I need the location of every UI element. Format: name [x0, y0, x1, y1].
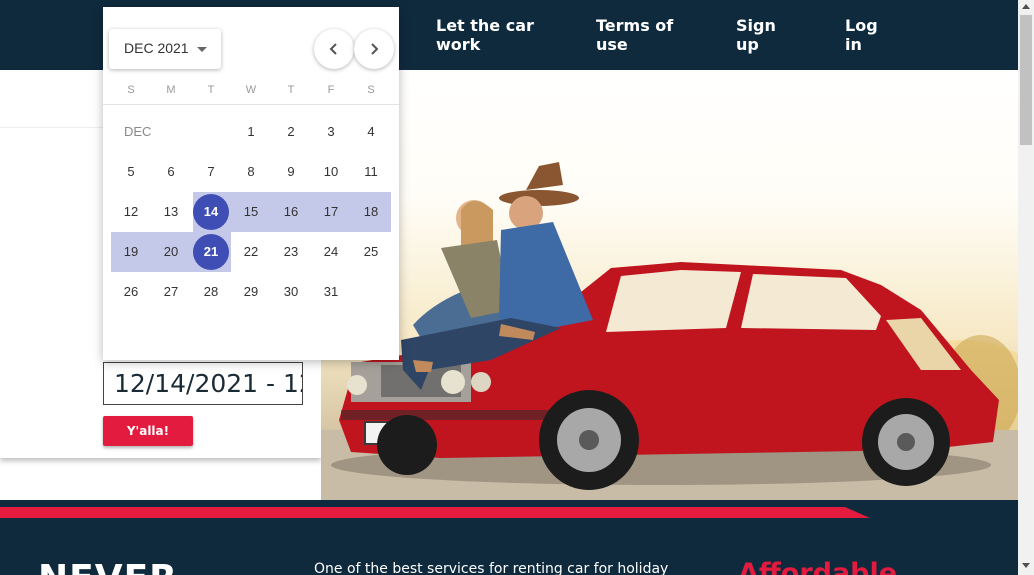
day-cell[interactable]: 3 [311, 112, 351, 152]
hero-car-illustration [321, 162, 1018, 502]
day-cell-in-range[interactable]: 18 [351, 192, 391, 232]
day-cell[interactable]: 30 [271, 272, 311, 312]
day-cell[interactable]: 31 [311, 272, 351, 312]
date-range-input[interactable]: 12/14/2021 - 12/21/2021 [103, 362, 303, 405]
accent-stripe [0, 507, 870, 518]
day-cell[interactable]: 11 [351, 152, 391, 192]
day-cell[interactable]: 25 [351, 232, 391, 272]
nav-label-line1: Let the car [436, 16, 534, 35]
day-cell[interactable]: 24 [311, 232, 351, 272]
day-cell[interactable]: 4 [351, 112, 391, 152]
nav-label-line2: in [845, 35, 862, 54]
day-cell[interactable]: 5 [111, 152, 151, 192]
date-range-picker: DEC 2021 S M T W T F S DEC 1 2 3 4 5 6 7… [103, 7, 399, 360]
day-cell[interactable]: 8 [231, 152, 271, 192]
scroll-down-arrow-icon[interactable] [1022, 563, 1030, 568]
day-cell[interactable]: 12 [111, 192, 151, 232]
day-cell[interactable]: 9 [271, 152, 311, 192]
yalla-button[interactable]: Y'alla! [103, 416, 193, 446]
day-cell[interactable]: 1 [231, 112, 271, 152]
day-cell-range-end[interactable]: 21 [191, 232, 231, 272]
scrollbar-thumb[interactable] [1020, 15, 1032, 145]
never-heading: NEVER [38, 558, 178, 575]
day-cell-in-range[interactable]: 17 [311, 192, 351, 232]
day-cell[interactable]: 6 [151, 152, 191, 192]
nav-terms-of-use[interactable]: Terms of use [596, 16, 673, 54]
day-cell[interactable]: 28 [191, 272, 231, 312]
nav-label-line2: up [736, 35, 759, 54]
affordable-heading: Affordable [738, 558, 898, 575]
nav-log-in[interactable]: Log in [845, 16, 878, 54]
day-cell[interactable]: 27 [151, 272, 191, 312]
day-cell-in-range[interactable]: 20 [151, 232, 191, 272]
nav-sign-up[interactable]: Sign up [736, 16, 776, 54]
day-cell-in-range[interactable]: 19 [111, 232, 151, 272]
day-cell[interactable]: 26 [111, 272, 151, 312]
day-cell-in-range[interactable]: 16 [271, 192, 311, 232]
day-grid: 1 2 3 4 5 6 7 8 9 10 11 12 13 14 15 16 1… [103, 7, 399, 360]
day-cell[interactable]: 13 [151, 192, 191, 232]
day-cell[interactable]: 22 [231, 232, 271, 272]
day-cell-range-start[interactable]: 14 [191, 192, 231, 232]
scroll-up-arrow-icon[interactable] [1022, 4, 1030, 9]
nav-label-line1: Terms of [596, 16, 674, 35]
day-cell[interactable]: 29 [231, 272, 271, 312]
nav-let-the-car-work[interactable]: Let the car work [436, 16, 534, 54]
nav-label-line1: Log [845, 16, 878, 35]
day-cell[interactable]: 2 [271, 112, 311, 152]
hero-image [321, 70, 1018, 502]
day-cell[interactable]: 23 [271, 232, 311, 272]
nav-label-line1: Sign [736, 16, 776, 35]
nav-label-line2: work [436, 35, 481, 54]
day-cell[interactable]: 7 [191, 152, 231, 192]
day-cell[interactable]: 10 [311, 152, 351, 192]
tagline-text: One of the best services for renting car… [314, 561, 669, 575]
nav-label-line2: use [596, 35, 628, 54]
day-cell-in-range[interactable]: 15 [231, 192, 271, 232]
